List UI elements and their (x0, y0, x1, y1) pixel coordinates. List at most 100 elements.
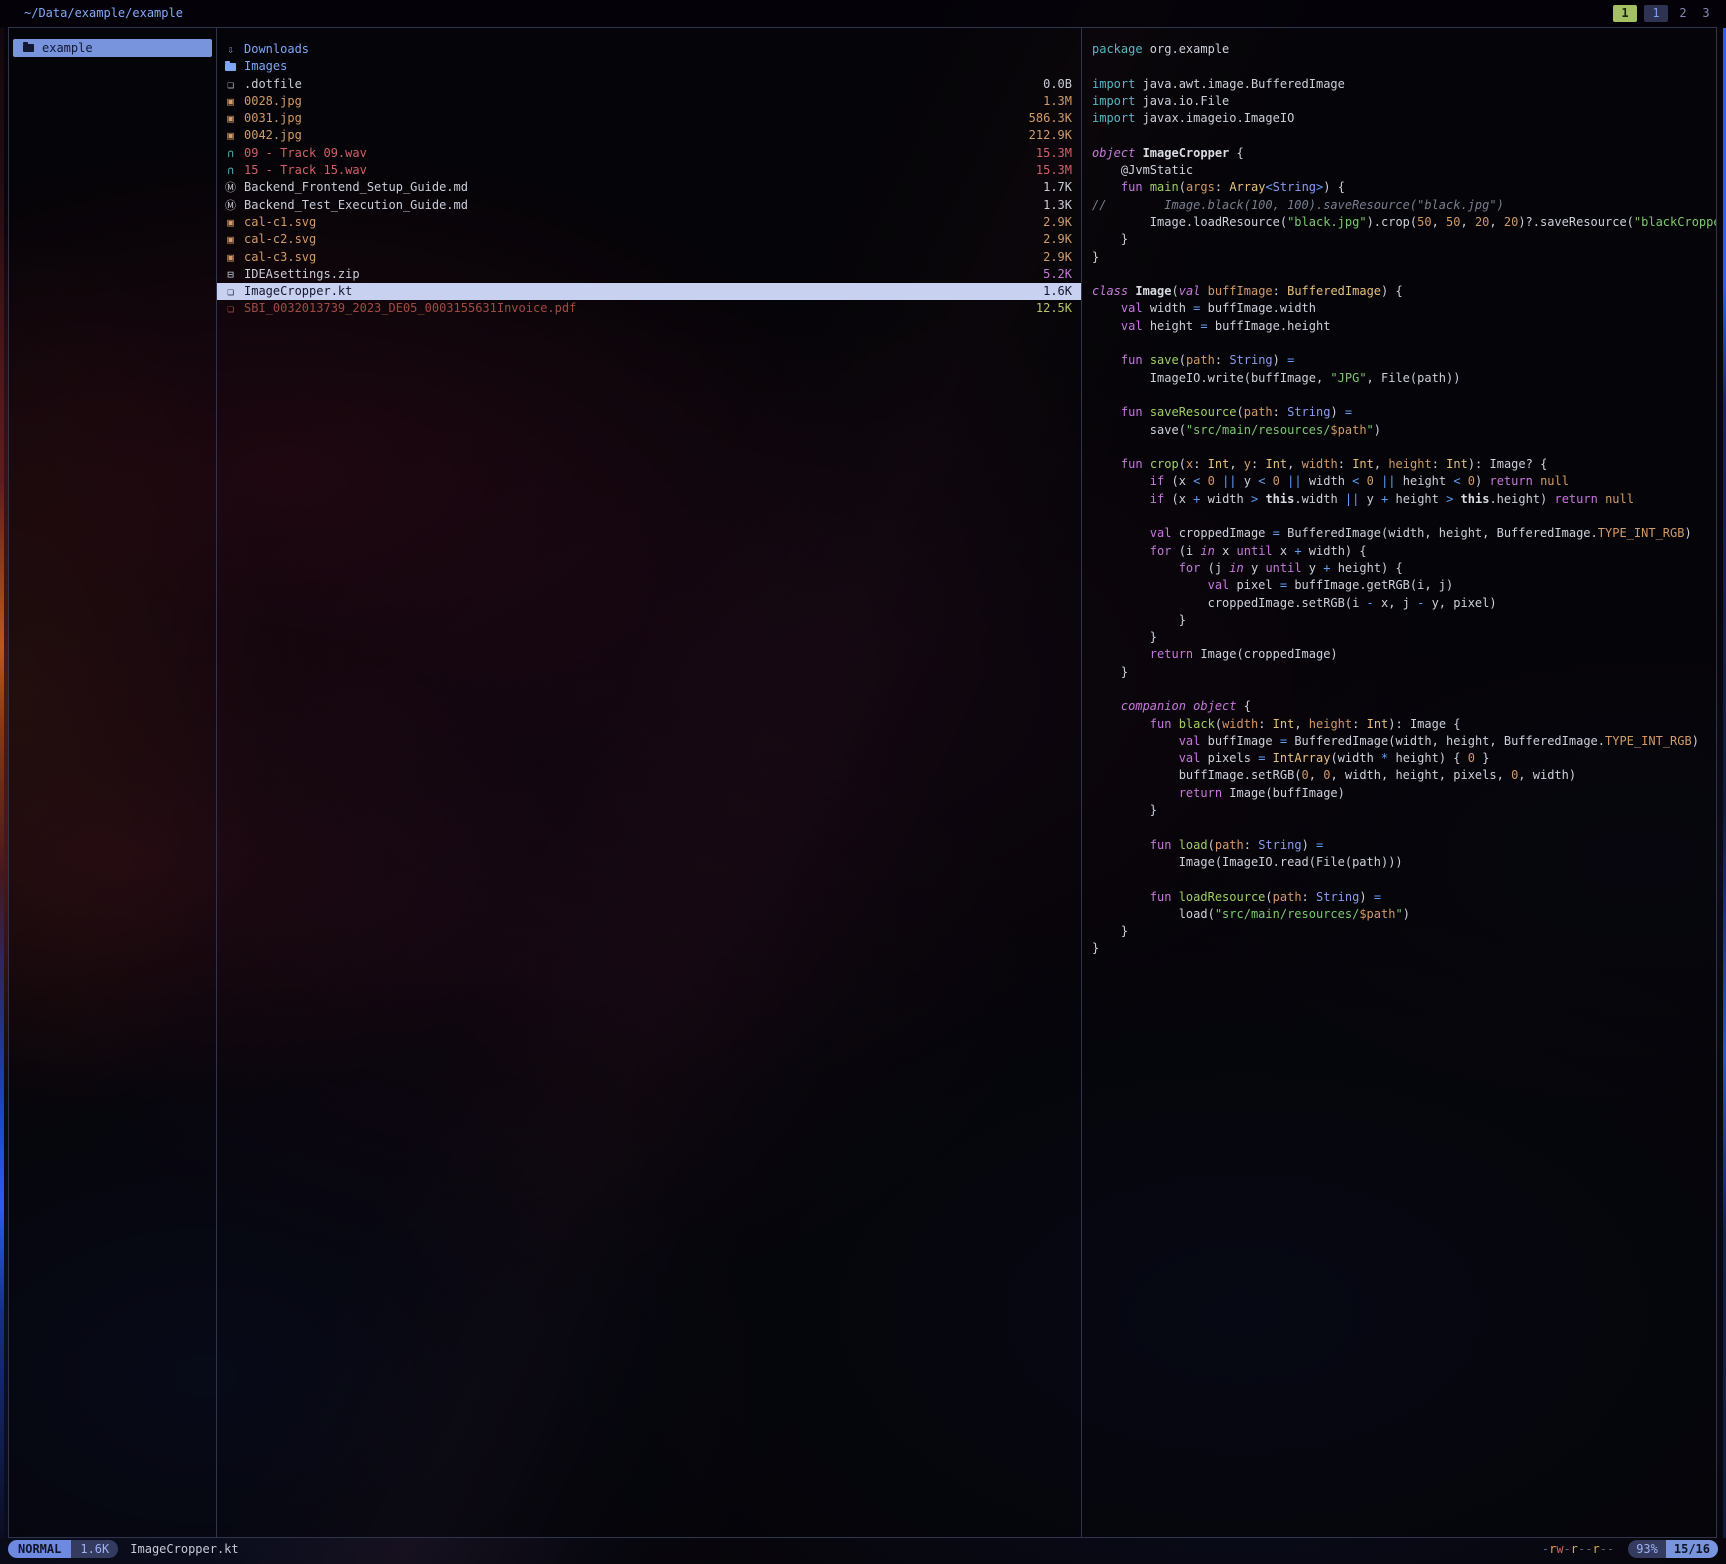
file-row[interactable]: ❏ .dotfile 0.0B (217, 76, 1081, 93)
file-name: Backend_Test_Execution_Guide.md (244, 197, 468, 214)
audio-icon: ∩ (224, 145, 237, 162)
code-line: object ImageCropper { (1092, 145, 1716, 162)
file-name: Backend_Frontend_Setup_Guide.md (244, 179, 468, 196)
code-line (1092, 439, 1716, 456)
file-row[interactable]: ⓂBackend_Test_Execution_Guide.md1.3K (217, 197, 1081, 214)
file-row[interactable]: ∩15 - Track 15.wav15.3M (217, 162, 1081, 179)
code-line: } (1092, 940, 1716, 957)
code-line: @JvmStatic (1092, 162, 1716, 179)
folder-icon (225, 63, 236, 71)
file-row[interactable]: ▣0042.jpg212.9K (217, 127, 1081, 144)
file-name: 15 - Track 15.wav (244, 162, 367, 179)
code-line: return Image(croppedImage) (1092, 646, 1716, 663)
code-line: import java.awt.image.BufferedImage (1092, 76, 1716, 93)
file-row[interactable]: ▣0028.jpg1.3M (217, 93, 1081, 110)
code-line: val width = buffImage.width (1092, 300, 1716, 317)
code-line: import javax.imageio.ImageIO (1092, 110, 1716, 127)
file-size: 1.3M (1043, 93, 1072, 110)
code-line (1092, 508, 1716, 525)
code-line: companion object { (1092, 698, 1716, 715)
file-name: Images (244, 58, 287, 75)
code-line: } (1092, 249, 1716, 266)
file-row[interactable]: ❏SBI_0032013739_2023_DE05_0003155631Invo… (217, 300, 1081, 317)
code-line (1092, 266, 1716, 283)
file-list-pane: ⇩ DownloadsImages ❏ .dotfile 0.0B ▣ 0028.jpg 1.… (217, 28, 1081, 1537)
mode-indicator: NORMAL (8, 1540, 71, 1558)
code-line: fun black(width: Int, height: Int): Imag… (1092, 716, 1716, 733)
preview-pane: package org.example import java.awt.imag… (1082, 28, 1716, 1537)
code-line: return Image(buffImage) (1092, 785, 1716, 802)
file-row[interactable]: ▣0031.jpg586.3K (217, 110, 1081, 127)
parent-directory-pane: example (9, 28, 216, 1537)
file-row[interactable]: ⇩ Downloads (217, 41, 1081, 58)
image-icon: ▣ (224, 231, 237, 248)
image-icon: ▣ (224, 214, 237, 231)
code-line: load("src/main/resources/$path") (1092, 906, 1716, 923)
status-bar: NORMAL 1.6K ImageCropper.kt -rw-r--r-- 9… (8, 1540, 1718, 1558)
file-size: 15.3M (1036, 162, 1072, 179)
file-row[interactable]: ❏ImageCropper.kt1.6K (217, 283, 1081, 300)
code-line: } (1092, 231, 1716, 248)
folder-icon (23, 44, 34, 52)
code-line: Image(ImageIO.read(File(path))) (1092, 854, 1716, 871)
code-line: } (1092, 612, 1716, 629)
code-preview: package org.example import java.awt.imag… (1082, 28, 1716, 958)
code-line: croppedImage.setRGB(i - x, j - y, pixel) (1092, 595, 1716, 612)
file-row[interactable]: ▣cal-c2.svg2.9K (217, 231, 1081, 248)
file-name: cal-c1.svg (244, 214, 316, 231)
tab-2[interactable]: 1 (1644, 5, 1668, 22)
file-size: 2.9K (1043, 249, 1072, 266)
code-line: ImageIO.write(buffImage, "JPG", File(pat… (1092, 370, 1716, 387)
code-line: val pixels = IntArray(width * height) { … (1092, 750, 1716, 767)
code-line: class Image(val buffImage: BufferedImage… (1092, 283, 1716, 300)
code-line: save("src/main/resources/$path") (1092, 422, 1716, 439)
file-name: .dotfile (244, 76, 302, 93)
code-line: val croppedImage = BufferedImage(width, … (1092, 525, 1716, 542)
cursor-position: 15/16 (1666, 1540, 1718, 1558)
code-line: val pixel = buffImage.getRGB(i, j) (1092, 577, 1716, 594)
tab-4[interactable]: 3 (1698, 5, 1714, 22)
status-left: NORMAL 1.6K ImageCropper.kt (8, 1540, 239, 1558)
code-line: } (1092, 802, 1716, 819)
tab-1[interactable]: 1 (1613, 5, 1637, 22)
code-line (1092, 819, 1716, 836)
code-line: fun saveResource(path: String) = (1092, 404, 1716, 421)
file-name: 0031.jpg (244, 110, 302, 127)
file-name: cal-c2.svg (244, 231, 316, 248)
code-line (1092, 335, 1716, 352)
code-line: fun loadResource(path: String) = (1092, 889, 1716, 906)
kotlin-file-icon: ❏ (224, 283, 237, 300)
status-filename: ImageCropper.kt (130, 1542, 238, 1556)
file-list: ⇩ DownloadsImages ❏ .dotfile 0.0B ▣ 0028.jpg 1.… (217, 28, 1081, 318)
pdf-icon: ❏ (224, 300, 237, 317)
image-icon: ▣ (224, 110, 237, 127)
file-row[interactable]: ▣cal-c3.svg2.9K (217, 249, 1081, 266)
code-line: buffImage.setRGB(0, 0, width, height, pi… (1092, 767, 1716, 784)
download-icon: ⇩ (224, 41, 237, 58)
file-size: 2.9K (1043, 214, 1072, 231)
parent-item-label: example (42, 39, 93, 57)
file-row[interactable]: ∩09 - Track 09.wav15.3M (217, 145, 1081, 162)
file-size: 0.0B (1043, 76, 1072, 93)
tab-3[interactable]: 2 (1675, 5, 1691, 22)
file-name: Downloads (244, 41, 309, 58)
file-size-indicator: 1.6K (71, 1540, 118, 1558)
file-row[interactable]: Images (217, 58, 1081, 75)
file-size: 15.3M (1036, 145, 1072, 162)
file-name: 0028.jpg (244, 93, 302, 110)
scroll-percent: 93% (1628, 1540, 1666, 1558)
file-name: IDEAsettings.zip (244, 266, 360, 283)
file-row[interactable]: ▣ cal-c1.svg 2.9K (217, 214, 1081, 231)
code-line (1092, 127, 1716, 144)
file-manager-panes: example ⇩DownloadsImages❏.dotfile0.0B▣00… (8, 27, 1717, 1538)
parent-item-example[interactable]: example (13, 39, 212, 57)
file-icon: ❏ (224, 76, 237, 93)
code-line (1092, 387, 1716, 404)
code-line: if (x < 0 || y < 0 || width < 0 || heigh… (1092, 473, 1716, 490)
code-line: import java.io.File (1092, 93, 1716, 110)
file-row[interactable]: ⓂBackend_Frontend_Setup_Guide.md1.7K (217, 179, 1081, 196)
markdown-icon: Ⓜ (224, 179, 237, 196)
code-line: } (1092, 923, 1716, 940)
file-row[interactable]: ⊟IDEAsettings.zip5.2K (217, 266, 1081, 283)
code-line: for (j in y until y + height) { (1092, 560, 1716, 577)
